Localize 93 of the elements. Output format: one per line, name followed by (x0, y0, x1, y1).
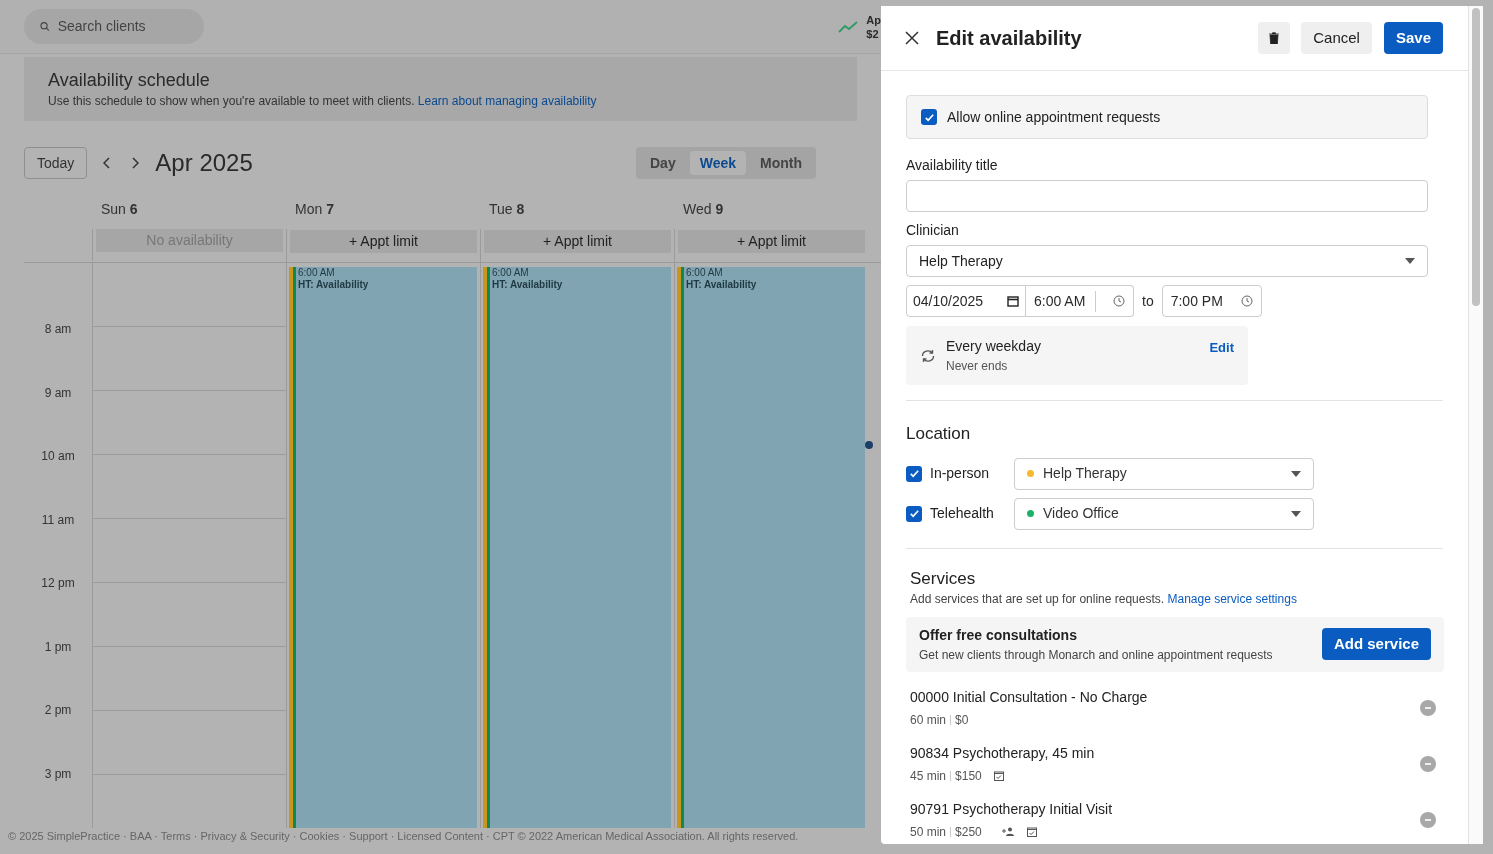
hour-label: 9 am (44, 384, 72, 402)
service-price: $250 (955, 823, 982, 841)
save-button[interactable]: Save (1383, 22, 1443, 54)
start-time-field[interactable]: 6:00 AM (1026, 285, 1134, 317)
calendar-check-icon (1026, 826, 1037, 837)
cancel-button[interactable]: Cancel (1301, 22, 1372, 54)
search-field[interactable]: Search clients (24, 9, 204, 44)
caret-icon (1405, 258, 1415, 264)
service-name: 00000 Initial Consultation - No Charge (910, 687, 1148, 707)
location-label: Telehealth (930, 504, 995, 523)
end-time-field[interactable]: 7:00 PM (1161, 285, 1262, 317)
view-tab[interactable]: Week (689, 151, 746, 175)
edit-link[interactable]: Edit (1209, 337, 1234, 358)
event-time: 6:00 AM (298, 267, 336, 279)
banner-title: Availability schedule (48, 69, 211, 92)
location-select[interactable]: Video Office (1014, 497, 1314, 530)
trend-icon (838, 20, 859, 33)
hour-label: 2 pm (44, 702, 72, 719)
appt-limit-button[interactable]: + Appt limit (290, 230, 477, 253)
panel-title: Edit availability (936, 26, 1082, 51)
date-field[interactable]: 04/10/2025 (906, 285, 1026, 317)
to-label: to (1142, 291, 1154, 311)
add-service-button[interactable]: Add service (1321, 628, 1431, 660)
service-duration: 60 min (910, 711, 947, 729)
services-text: Add services that are set up for online requests. Manage service settings (910, 590, 1298, 608)
previous-icon[interactable] (103, 157, 112, 169)
title-field[interactable] (906, 180, 1428, 212)
today-button[interactable]: Today (24, 147, 88, 179)
field-label: Availability title (906, 156, 999, 175)
hour-label: 11 am (41, 511, 75, 529)
promo-title: Offer free consultations (919, 625, 1078, 645)
event-time: 6:00 AM (492, 267, 530, 279)
event-time: 6:00 AM (686, 267, 724, 279)
section-title: Location (906, 423, 972, 445)
day-header: Tue 8 (488, 200, 526, 219)
stat-label: Ap (866, 12, 881, 27)
clock-icon (1240, 295, 1253, 307)
learn-link[interactable]: Learn about managing availability (417, 94, 597, 108)
caret-icon (1291, 510, 1301, 517)
view-tab[interactable]: Day (640, 151, 686, 175)
appt-limit-button[interactable]: + Appt limit (678, 230, 865, 253)
day-header: Wed 9 (682, 200, 725, 219)
section-title: Services (910, 567, 977, 590)
caret-icon (1291, 470, 1301, 477)
check-icon (923, 111, 935, 123)
view-tab[interactable]: Month (750, 151, 812, 175)
event-title: HT: Availability (298, 279, 370, 291)
recurrence-title: Every weekday (946, 337, 1041, 356)
calendar-icon (1007, 295, 1019, 307)
banner-text: Use this schedule to show when you're available to meet with clients. Learn about managing availability (48, 93, 598, 110)
event-title: HT: Availability (492, 279, 564, 291)
search-input[interactable]: Search clients (57, 16, 188, 37)
scrollbar[interactable] (1468, 6, 1483, 844)
manage-link[interactable]: Manage service settings (1167, 591, 1297, 606)
location-label: In-person (930, 464, 991, 483)
event-title: HT: Availability (686, 279, 758, 291)
calendar-check-icon (993, 770, 1004, 781)
field-label: Clinician (906, 221, 960, 240)
hour-label: 1 pm (44, 638, 72, 656)
service-duration: 50 min (910, 823, 947, 841)
checkbox[interactable] (906, 505, 922, 522)
trash-icon (1269, 32, 1280, 44)
delete-button[interactable] (1258, 22, 1291, 54)
stat-value: $2 (866, 26, 880, 41)
footer-text: © 2025 SimplePractice · BAA · Terms · Privacy & Security · Cookies · Support · Licensed Content · CPT © 2022 American Medical Association. All rights reserved. (8, 828, 799, 844)
hour-label: 10 am (41, 448, 75, 465)
check-icon (908, 508, 920, 519)
day-header: Mon 7 (294, 200, 335, 219)
service-price: $0 (955, 711, 969, 729)
close-icon[interactable] (905, 31, 919, 45)
hour-label: 3 pm (44, 765, 72, 783)
search-icon (40, 21, 50, 32)
repeat-icon (920, 348, 936, 363)
service-duration: 45 min (910, 767, 947, 785)
clinician-select[interactable]: Help Therapy (906, 245, 1428, 277)
checkbox[interactable] (921, 109, 937, 125)
service-name: 90791 Psychotherapy Initial Visit (910, 799, 1113, 819)
clock-icon (1113, 295, 1125, 307)
next-icon[interactable] (131, 157, 140, 169)
location-select[interactable]: Help Therapy (1014, 457, 1314, 490)
checkbox[interactable] (906, 465, 922, 482)
check-icon (908, 468, 920, 479)
hour-label: 12 pm (41, 575, 75, 592)
service-price: $150 (955, 767, 982, 785)
promo-text: Get new clients through Monarch and online appointment requests (919, 646, 1273, 664)
person-add-icon (1001, 827, 1015, 836)
month-title: Apr 2025 (155, 148, 253, 178)
appt-limit-button[interactable]: + Appt limit (484, 230, 671, 253)
recurrence-subtitle: Never ends (946, 358, 1009, 375)
day-header: Sun 6 (100, 200, 139, 219)
service-name: 90834 Psychotherapy, 45 min (910, 743, 1095, 763)
hour-label: 8 am (44, 321, 72, 338)
online-requests-option[interactable]: Allow online appointment requests (906, 95, 1428, 139)
